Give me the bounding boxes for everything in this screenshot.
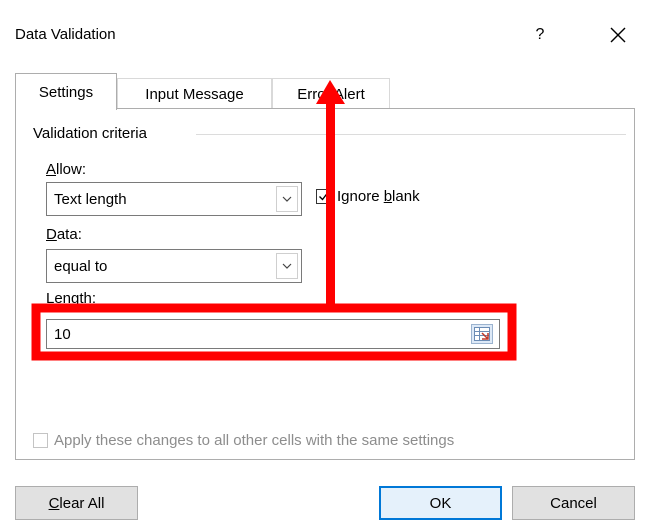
allow-select[interactable]: Text length [46,182,302,216]
tab-input-message[interactable]: Input Message [117,78,272,110]
tab-settings[interactable]: Settings [15,73,117,110]
validation-criteria-label: Validation criteria [33,125,153,142]
dialog-title: Data Validation [15,26,116,43]
close-icon [610,27,626,43]
ignore-blank-label: Ignore blank [337,188,420,205]
ok-button[interactable]: OK [379,486,502,520]
allow-value: Text length [54,190,127,208]
chevron-down-icon [282,196,292,202]
allow-dropdown-button[interactable] [276,186,298,212]
range-selector-button[interactable] [471,324,493,344]
length-label: Length: [46,290,97,307]
chevron-down-icon [282,263,292,269]
settings-panel: Validation criteria Allow: Text length I… [15,108,635,460]
data-label: Data: [46,226,82,243]
help-button[interactable]: ? [528,20,552,50]
data-dropdown-button[interactable] [276,253,298,279]
allow-label: Allow: [46,161,87,178]
tab-error-alert[interactable]: Error Alert [272,78,390,110]
apply-all-label: Apply these changes to all other cells w… [54,432,455,449]
length-field[interactable] [46,319,500,349]
clear-all-button[interactable]: Clear All [15,486,138,520]
group-divider [196,134,626,135]
checkmark-icon [319,192,329,201]
dialog-titlebar: Data Validation ? [0,0,646,72]
length-input[interactable] [47,321,471,347]
ignore-blank-checkbox-row[interactable]: Ignore blank [316,188,420,205]
cancel-button[interactable]: Cancel [512,486,635,520]
collapse-dialog-icon [474,327,490,341]
data-value: equal to [54,257,108,275]
data-select[interactable]: equal to [46,249,302,283]
apply-all-checkbox [33,433,48,448]
ignore-blank-checkbox[interactable] [316,189,331,204]
apply-all-checkbox-row: Apply these changes to all other cells w… [33,432,454,449]
close-button[interactable] [604,20,632,50]
tab-strip: Settings Input Message Error Alert [15,73,635,110]
